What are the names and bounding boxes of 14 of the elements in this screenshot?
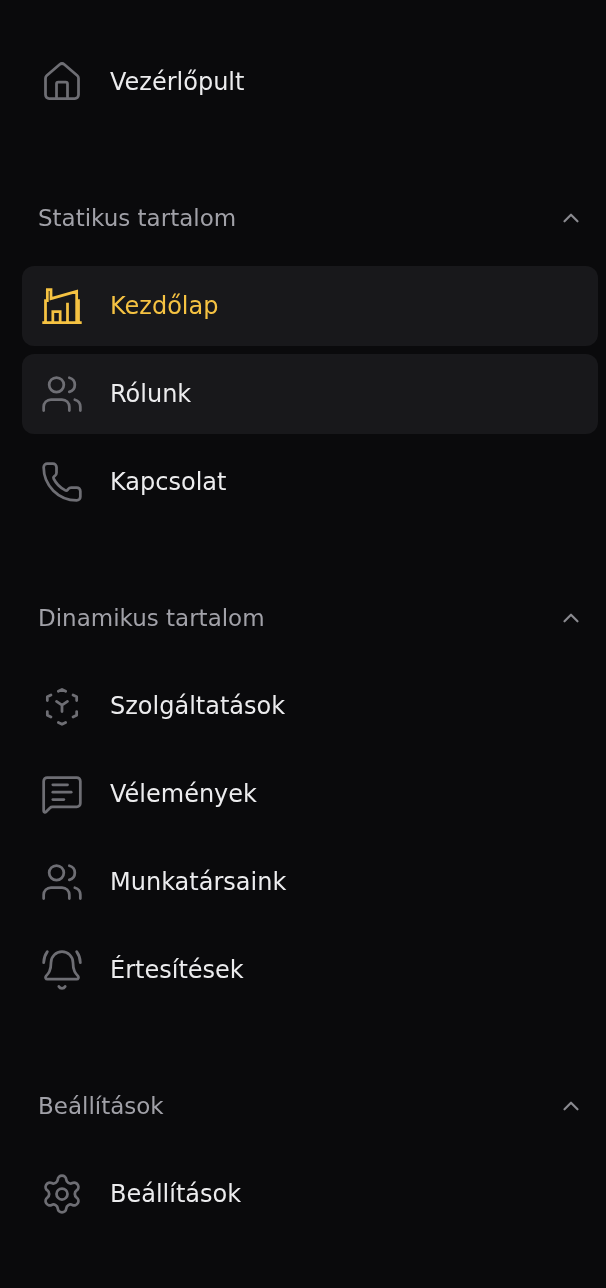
section-header[interactable]: Beállítások (38, 1086, 584, 1126)
nav-item[interactable]: Kapcsolat (22, 442, 598, 522)
nav-item[interactable]: Értesítések (22, 930, 598, 1010)
nav-item[interactable]: Kezdőlap (22, 266, 598, 346)
nav-item[interactable]: Vezérlőpult (22, 42, 598, 122)
nav-item[interactable]: Beállítások (22, 1154, 598, 1234)
nav-item[interactable]: Rólunk (22, 354, 598, 434)
nav-item[interactable]: Szolgáltatások (22, 666, 598, 746)
nav-item[interactable]: Vélemények (22, 754, 598, 834)
bell-icon (40, 948, 84, 992)
section-header[interactable]: Dinamikus tartalom (38, 598, 584, 638)
section-header[interactable]: Statikus tartalom (38, 198, 584, 238)
nav-item[interactable]: Munkatársaink (22, 842, 598, 922)
phone-icon (40, 460, 84, 504)
